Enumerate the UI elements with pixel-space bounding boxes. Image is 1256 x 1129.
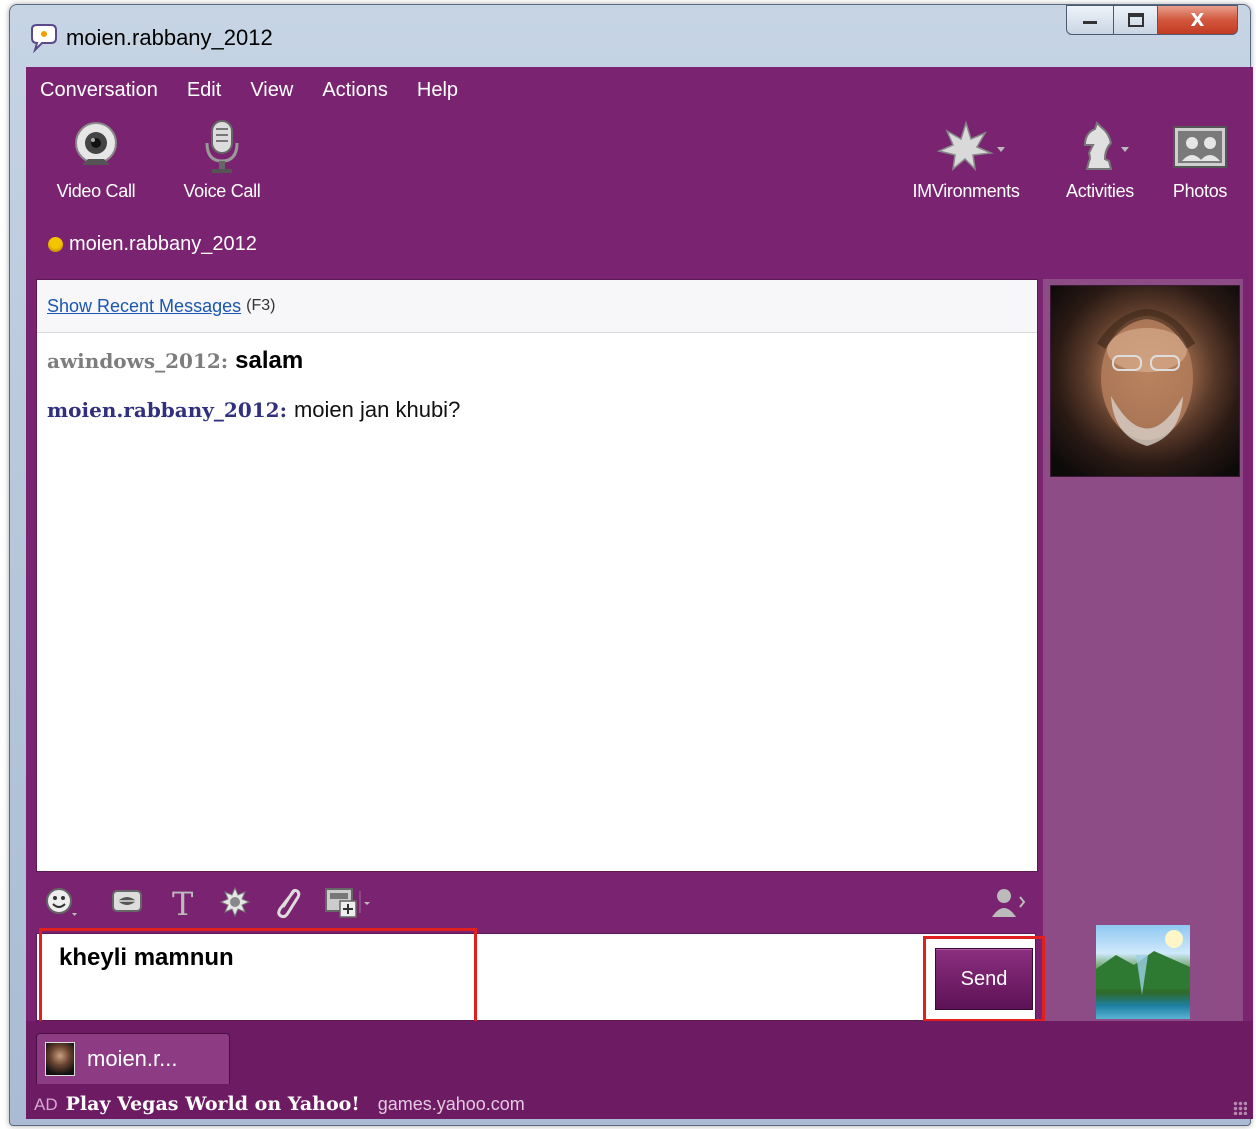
text-format-button[interactable]: T <box>166 885 200 919</box>
ad-url[interactable]: games.yahoo.com <box>378 1094 525 1115</box>
menu-help[interactable]: Help <box>417 79 458 102</box>
menu-actions[interactable]: Actions <box>322 79 388 102</box>
leaf-icon <box>936 120 1005 172</box>
activities-label: Activities <box>1065 181 1135 201</box>
tab-avatar <box>45 1042 75 1076</box>
share-image-icon <box>325 888 370 918</box>
activities-button[interactable]: Activities <box>1050 119 1150 202</box>
photos-icon <box>1173 126 1227 168</box>
maximize-button[interactable] <box>1114 5 1158 35</box>
message-row: awindows_2012: salam <box>37 345 1037 378</box>
ad-title[interactable]: Play Vegas World on Yahoo! <box>66 1093 360 1115</box>
close-icon: X <box>1190 9 1205 31</box>
minimize-icon <box>1083 21 1097 24</box>
buddy-avatar-image <box>1096 308 1196 446</box>
audibles-button[interactable] <box>218 885 252 919</box>
menu-conversation[interactable]: Conversation <box>40 79 158 102</box>
recent-messages-bar: Show Recent Messages (F3) <box>37 280 1037 333</box>
window-controls: X <box>1066 5 1238 39</box>
message-row: moien.rabbany_2012: moien jan khubi? <box>37 394 1037 427</box>
messenger-client: Conversation Edit View Actions Help Vide… <box>26 67 1253 1119</box>
window-title: moien.rabbany_2012 <box>66 25 273 50</box>
contact-name: moien.rabbany_2012 <box>69 233 257 255</box>
emoticon-icon <box>46 888 77 916</box>
photos-button[interactable]: Photos <box>1160 119 1240 202</box>
my-avatar-image <box>1096 930 1190 995</box>
resize-grip-icon[interactable] <box>1233 1101 1247 1115</box>
buddy-avatar[interactable] <box>1050 285 1240 477</box>
share-image-button[interactable] <box>324 885 380 919</box>
conversation-tab[interactable]: moien.r... <box>36 1033 230 1084</box>
voice-call-label: Voice Call <box>183 181 261 201</box>
format-toolbar: T <box>36 873 1036 929</box>
bottom-strip: moien.r... AD Play Vegas World on Yahoo!… <box>26 1021 1253 1119</box>
message-compose[interactable]: kheyli mamnun Send <box>36 928 1045 1024</box>
svg-text:T: T <box>172 885 194 919</box>
minimize-button[interactable] <box>1066 5 1114 35</box>
menu-bar: Conversation Edit View Actions Help <box>40 79 487 102</box>
idle-status-dot-icon <box>48 237 63 252</box>
video-call-label: Video Call <box>56 181 136 201</box>
show-recent-messages-link[interactable]: Show Recent Messages <box>47 296 241 317</box>
my-avatar[interactable] <box>1096 925 1190 1019</box>
attach-file-button[interactable] <box>270 885 304 919</box>
recent-messages-shortcut: (F3) <box>246 297 276 314</box>
attach-paperclip-icon <box>277 888 301 919</box>
imvironments-label: IMVironments <box>912 181 1020 201</box>
annotation-highlight-compose <box>39 928 477 1024</box>
conversation-pane[interactable]: Show Recent Messages (F3) awindows_2012:… <box>36 279 1038 872</box>
menu-view[interactable]: View <box>250 79 293 102</box>
photos-label: Photos <box>1172 181 1228 201</box>
imvironments-button[interactable]: IMVironments <box>896 119 1036 202</box>
buzz-button[interactable] <box>110 885 144 919</box>
contacts-icon <box>992 889 1026 917</box>
ad-bar[interactable]: AD Play Vegas World on Yahoo! games.yaho… <box>34 1093 525 1115</box>
webcam-icon <box>75 122 117 165</box>
emoticon-button[interactable] <box>44 885 78 919</box>
message-sender: awindows_2012: <box>47 349 229 373</box>
title-bar[interactable]: moien.rabbany_2012 X <box>10 5 1250 67</box>
contact-status[interactable]: moien.rabbany_2012 <box>48 233 257 256</box>
ad-tag: AD <box>34 1095 58 1114</box>
chat-bubble-icon <box>31 24 57 53</box>
maximize-icon <box>1127 13 1144 27</box>
message-text: salam <box>235 347 304 374</box>
voice-call-button[interactable]: Voice Call <box>172 119 272 202</box>
buzz-lips-icon <box>112 890 142 912</box>
tab-label: moien.r... <box>87 1046 178 1071</box>
menu-edit[interactable]: Edit <box>187 79 221 102</box>
add-contact-button[interactable] <box>988 885 1028 919</box>
message-text: moien jan khubi? <box>293 397 461 422</box>
text-format-icon: T <box>172 885 194 919</box>
close-button[interactable]: X <box>1158 5 1238 35</box>
side-panel <box>1043 279 1243 1021</box>
microphone-icon <box>205 120 239 173</box>
audibles-icon <box>219 886 251 918</box>
send-button[interactable]: Send <box>935 948 1033 1010</box>
chess-knight-icon <box>1083 121 1129 170</box>
window-frame: moien.rabbany_2012 X Conversation Edit V… <box>9 4 1253 1126</box>
video-call-button[interactable]: Video Call <box>46 119 146 202</box>
message-sender: moien.rabbany_2012: <box>47 398 287 422</box>
